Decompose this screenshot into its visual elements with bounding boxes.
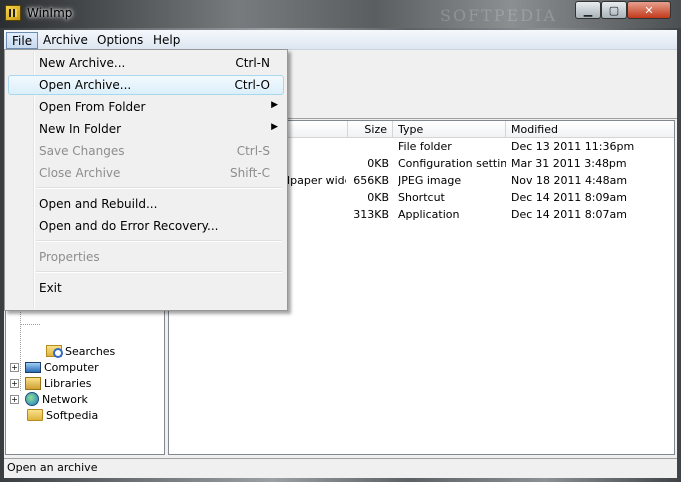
menu-file[interactable]: File (6, 32, 39, 49)
tree-item-softpedia[interactable]: Softpedia (27, 407, 98, 423)
close-button[interactable]: ✕ (627, 1, 671, 19)
menu-item-label: Exit (39, 281, 62, 295)
tree-item-label: Softpedia (46, 408, 99, 422)
menu-item-properties: Properties (8, 247, 284, 267)
tree-item-label: Network (42, 392, 88, 406)
softpedia-watermark: SOFTPEDIA (440, 6, 557, 25)
menu-separator (36, 240, 282, 242)
winimp-app-icon[interactable] (5, 5, 21, 21)
menu-item-shortcut: Ctrl-O (234, 78, 270, 92)
menu-separator (36, 187, 282, 189)
menu-item-label: Open and do Error Recovery... (39, 219, 219, 233)
menu-item-label: New Archive... (39, 56, 126, 70)
maximize-button[interactable]: ▢ (601, 1, 627, 19)
cell-name: llpaper wide (284, 174, 346, 187)
title-bar[interactable]: WinImp SOFTPEDIA ▁ ▢ ✕ (0, 0, 681, 28)
menu-options[interactable]: Options (92, 32, 148, 49)
libraries-icon (25, 376, 41, 390)
menu-item-open-and-rebuild[interactable]: Open and Rebuild... (8, 194, 284, 214)
computer-icon (25, 361, 41, 373)
window-title: WinImp (27, 6, 73, 20)
cell-modified: Nov 18 2011 4:48am (511, 174, 628, 187)
menu-item-label: Open Archive... (39, 78, 132, 92)
minimize-button[interactable]: ▁ (575, 1, 601, 19)
cell-size: 313KB (353, 208, 389, 221)
menu-archive[interactable]: Archive (38, 32, 93, 49)
menu-item-save-changes: Save Changes Ctrl-S (8, 141, 284, 161)
tree-item-label: Searches (65, 344, 116, 358)
tree-item-libraries[interactable]: + Libraries (10, 375, 92, 391)
cell-type: Application (398, 208, 460, 221)
cell-size: 0KB (367, 157, 389, 170)
menu-item-shortcut: Ctrl-S (236, 144, 270, 158)
maximize-icon: ▢ (608, 3, 620, 17)
cell-size: 0KB (367, 191, 389, 204)
tree-item-searches[interactable]: Searches (46, 343, 115, 359)
minimize-icon: ▁ (583, 3, 593, 17)
menu-separator (36, 271, 282, 273)
tree-item-label: Libraries (44, 376, 92, 390)
cell-modified: Dec 14 2011 8:07am (511, 208, 627, 221)
menu-item-open-archive[interactable]: Open Archive... Ctrl-O (8, 75, 284, 95)
menu-item-shortcut: Shift-C (230, 166, 270, 180)
menu-item-shortcut: Ctrl-N (235, 56, 270, 70)
status-bar: Open an archive (4, 458, 677, 478)
menu-item-label: Close Archive (39, 166, 121, 180)
menu-item-label: Save Changes (39, 144, 125, 158)
tree-item-computer[interactable]: + Computer (10, 359, 99, 375)
menu-item-label: New In Folder (39, 122, 122, 136)
menu-item-close-archive: Close Archive Shift-C (8, 163, 284, 183)
submenu-arrow-icon: ▶ (271, 122, 278, 132)
menu-help[interactable]: Help (148, 32, 185, 49)
column-header-modified[interactable]: Modified (506, 121, 674, 138)
tree-item-network[interactable]: + Network (10, 391, 88, 407)
column-header-type[interactable]: Type (393, 121, 506, 138)
cell-modified: Dec 14 2011 8:09am (511, 191, 627, 204)
menu-item-label: Open From Folder (39, 100, 146, 114)
tree-guide-line (20, 324, 40, 325)
searches-folder-icon (46, 345, 63, 358)
menu-item-new-in-folder[interactable]: New In Folder ▶ (8, 119, 284, 139)
cell-type: Shortcut (398, 191, 445, 204)
folder-icon (27, 409, 43, 421)
menu-item-open-from-folder[interactable]: Open From Folder ▶ (8, 97, 284, 117)
menu-bar: File Archive Options Help (4, 30, 677, 50)
menu-item-exit[interactable]: Exit (8, 278, 284, 298)
close-icon: ✕ (644, 3, 654, 17)
column-header-size[interactable]: Size (348, 121, 393, 138)
expand-icon[interactable]: + (10, 394, 19, 404)
cell-type: File folder (398, 140, 452, 153)
cell-modified: Dec 13 2011 11:36pm (511, 140, 635, 153)
tree-item-label: Computer (44, 360, 99, 374)
status-text: Open an archive (7, 461, 98, 474)
expand-icon[interactable]: + (10, 362, 19, 372)
menu-item-new-archive[interactable]: New Archive... Ctrl-N (8, 53, 284, 73)
file-menu-dropdown: New Archive... Ctrl-N Open Archive... Ct… (4, 49, 288, 311)
menu-item-label: Properties (39, 250, 100, 264)
submenu-arrow-icon: ▶ (271, 100, 278, 110)
menu-item-label: Open and Rebuild... (39, 197, 158, 211)
cell-modified: Mar 31 2011 3:48pm (511, 157, 627, 170)
app-window: WinImp SOFTPEDIA ▁ ▢ ✕ File Archive Opti… (0, 0, 681, 482)
network-icon (25, 392, 39, 406)
menu-item-error-recovery[interactable]: Open and do Error Recovery... (8, 216, 284, 236)
cell-size: 656KB (353, 174, 389, 187)
expand-icon[interactable]: + (10, 378, 19, 388)
cell-type: JPEG image (398, 174, 462, 187)
cell-type: Configuration settings (398, 157, 506, 170)
